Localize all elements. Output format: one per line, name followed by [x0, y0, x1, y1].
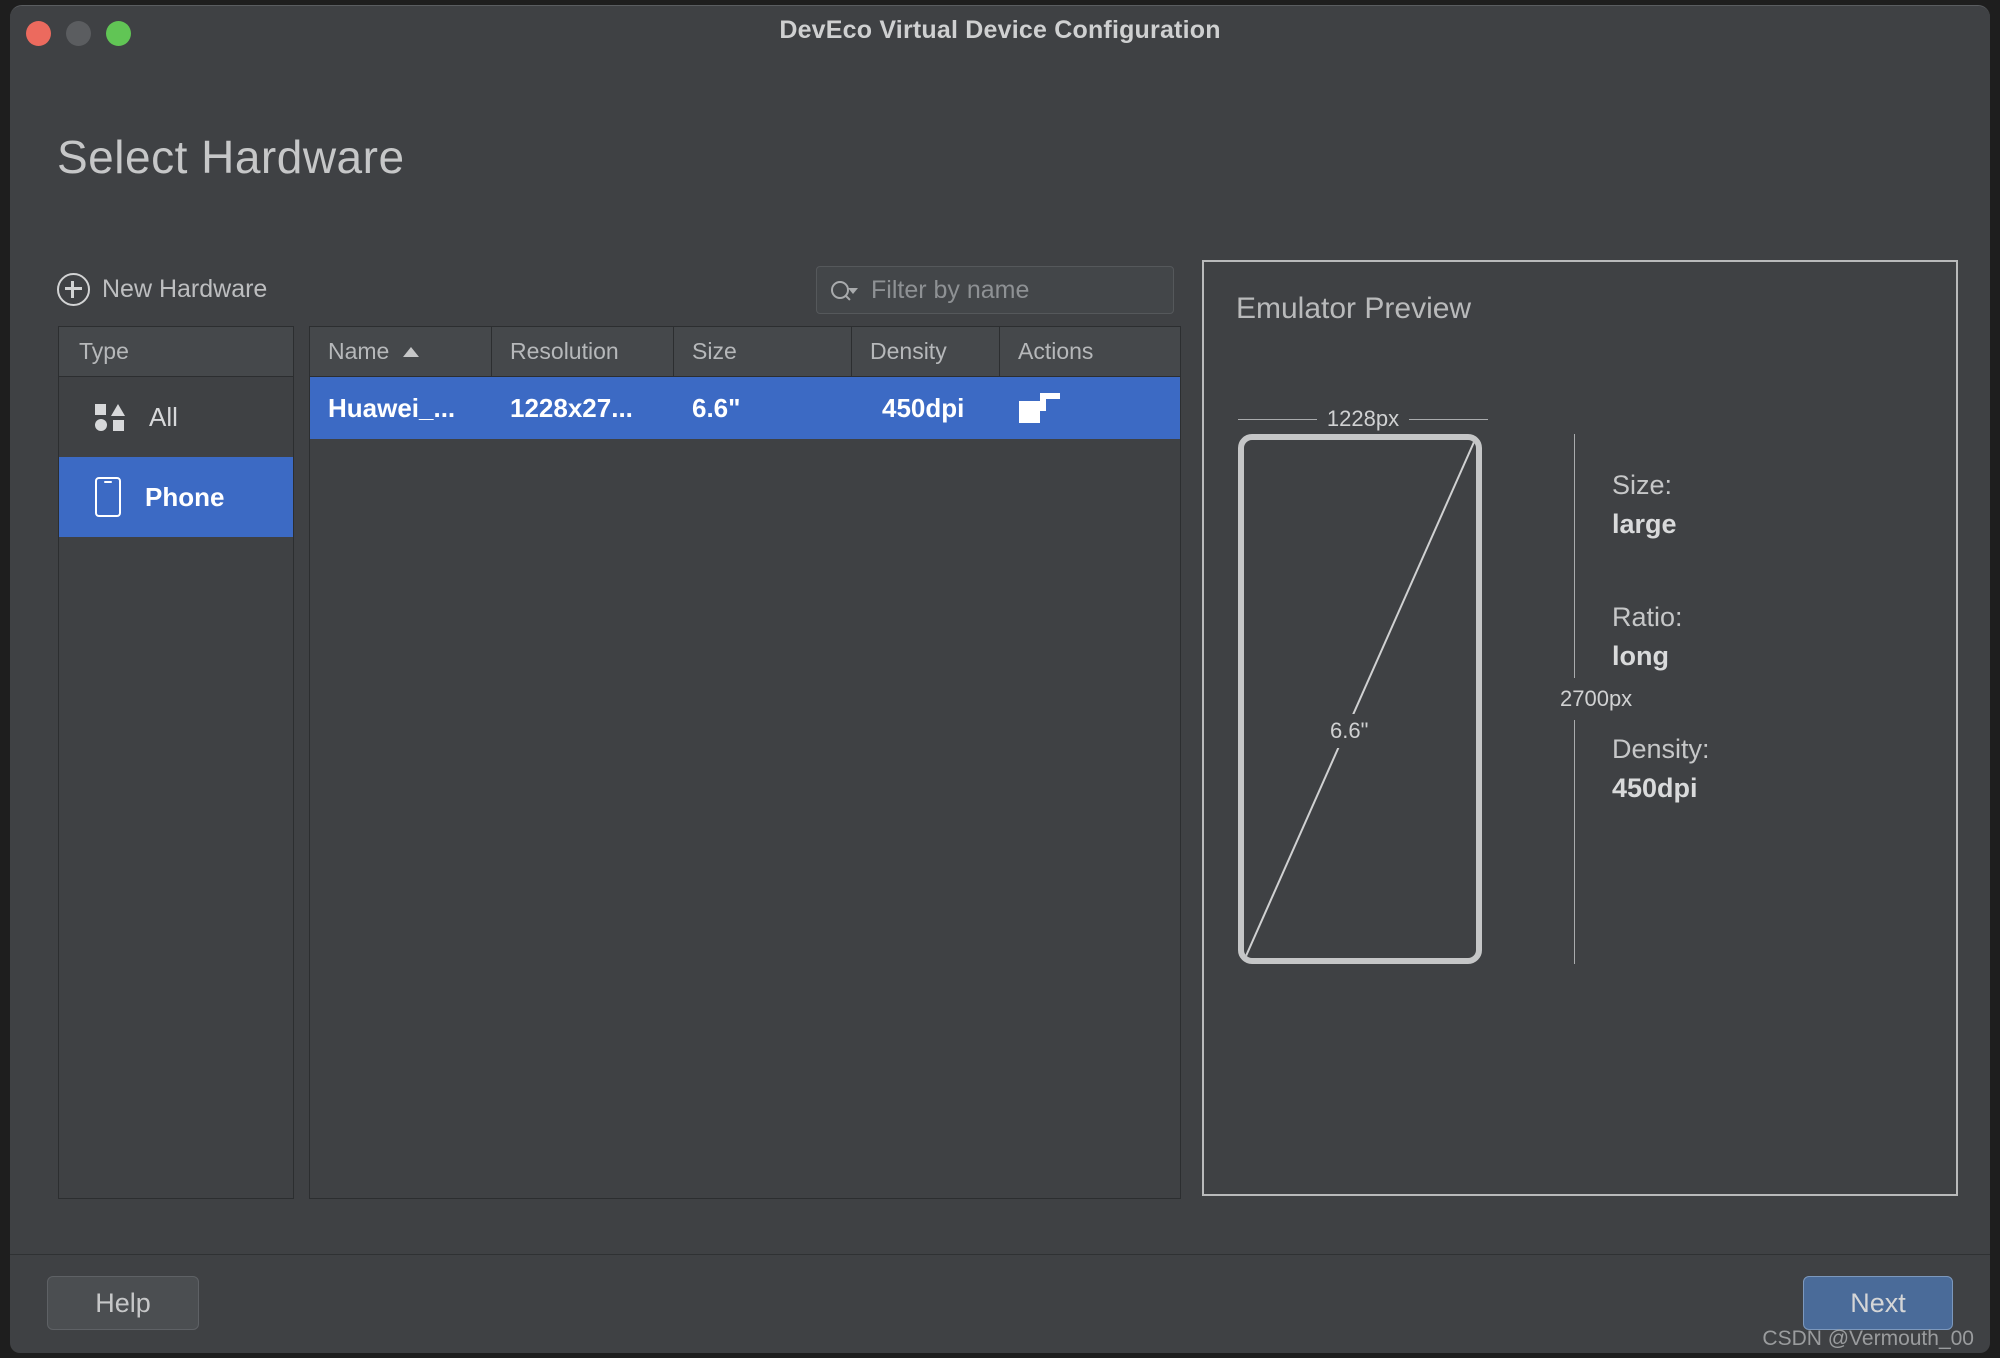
- cell-actions: [1000, 392, 1180, 424]
- spec-ratio: Ratio: long: [1612, 602, 1710, 672]
- watermark: CSDN @Vermouth_00: [1762, 1327, 1974, 1350]
- spec-size: Size: large: [1612, 470, 1710, 540]
- dialog-window: DevEco Virtual Device Configuration Sele…: [10, 5, 1990, 1353]
- column-header-name[interactable]: Name: [310, 327, 492, 376]
- width-dimension: 1228px: [1238, 406, 1488, 432]
- type-panel-header: Type: [59, 327, 293, 377]
- page-title: Select Hardware: [57, 131, 405, 183]
- diagonal-size-label: 6.6": [1324, 714, 1375, 748]
- new-hardware-button[interactable]: New Hardware: [57, 273, 267, 306]
- column-header-density-label: Density: [870, 338, 947, 364]
- cell-name: Huawei_...: [328, 392, 456, 423]
- new-hardware-label: New Hardware: [102, 275, 268, 303]
- spec-ratio-value: long: [1612, 641, 1669, 671]
- emulator-preview-panel: Emulator Preview 1228px 6.6" 2700px Size…: [1202, 260, 1958, 1196]
- search-input[interactable]: [861, 274, 1195, 306]
- plus-circle-icon: [57, 273, 90, 306]
- shapes-icon: [95, 403, 125, 431]
- footer-divider: [10, 1254, 1990, 1255]
- spec-ratio-label: Ratio:: [1612, 602, 1683, 632]
- spec-density: Density: 450dpi: [1612, 734, 1710, 804]
- next-button[interactable]: Next: [1803, 1276, 1953, 1330]
- column-header-resolution-label: Resolution: [510, 338, 619, 364]
- diagonal-line: [1245, 441, 1475, 957]
- column-header-size-label: Size: [692, 338, 737, 364]
- title-bar: DevEco Virtual Device Configuration: [10, 6, 1990, 62]
- search-icon: [831, 278, 861, 302]
- device-specs: Size: large Ratio: long Density: 450dpi: [1612, 470, 1710, 866]
- sidebar-item-all-label: All: [149, 401, 178, 432]
- sidebar-item-phone[interactable]: Phone: [59, 457, 293, 537]
- spec-density-value: 450dpi: [1612, 773, 1698, 803]
- window-title: DevEco Virtual Device Configuration: [779, 16, 1221, 44]
- cell-resolution: 1228x27...: [510, 392, 633, 423]
- triangle-up-icon: [403, 346, 420, 357]
- table-row[interactable]: Huawei_... 1228x27... 6.6" 450dpi: [310, 377, 1180, 439]
- column-header-density[interactable]: Density: [852, 327, 1000, 376]
- emulator-preview-title: Emulator Preview: [1236, 292, 1472, 325]
- column-header-resolution[interactable]: Resolution: [492, 327, 674, 376]
- chevron-down-icon: [848, 288, 858, 294]
- cell-size: 6.6": [692, 392, 741, 423]
- spec-density-label: Density:: [1612, 734, 1710, 764]
- table-header-row: Name Resolution Size Density Actions: [310, 327, 1180, 377]
- spec-size-value: large: [1612, 509, 1677, 539]
- device-outline: 6.6": [1238, 434, 1482, 964]
- filter-field[interactable]: [816, 266, 1195, 314]
- help-button[interactable]: Help: [47, 1276, 199, 1330]
- type-panel: Type All Phone: [58, 326, 294, 1199]
- column-header-actions-label: Actions: [1018, 338, 1094, 364]
- spec-size-label: Size:: [1612, 470, 1673, 500]
- cell-density: 450dpi: [882, 392, 965, 423]
- phone-icon: [95, 477, 121, 517]
- sidebar-item-all[interactable]: All: [59, 377, 293, 457]
- width-dimension-label: 1228px: [1326, 406, 1400, 431]
- device-table: Name Resolution Size Density Actions Hua…: [309, 326, 1181, 1199]
- column-header-name-label: Name: [328, 338, 390, 364]
- device-preview-area: 1228px 6.6" 2700px Size: large Ratio: lo…: [1204, 352, 1956, 1052]
- column-header-actions[interactable]: Actions: [1000, 327, 1180, 376]
- sidebar-item-phone-label: Phone: [145, 481, 225, 512]
- column-header-size[interactable]: Size: [674, 327, 852, 376]
